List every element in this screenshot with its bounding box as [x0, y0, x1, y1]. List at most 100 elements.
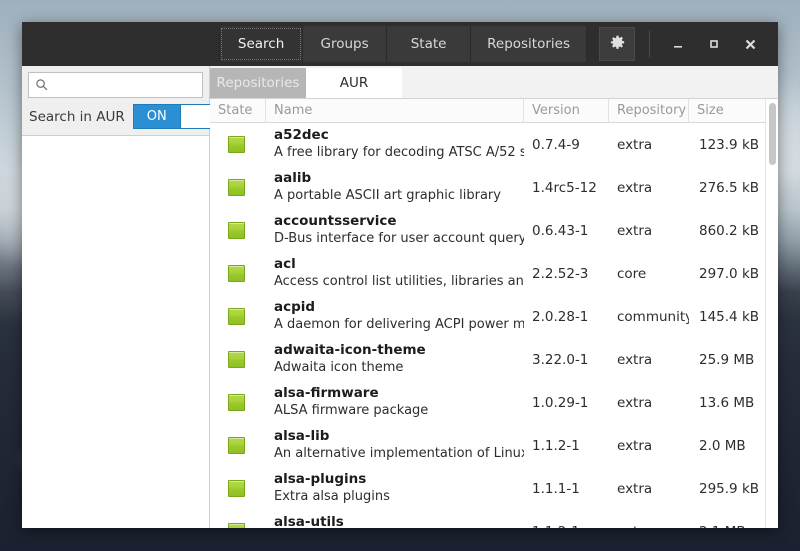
row-size-cell-text: 123.9 kB [699, 136, 760, 153]
table-header-row: State Name Version Repository Size [210, 99, 765, 123]
row-size-cell-text: 13.6 MB [699, 394, 755, 411]
table-row[interactable]: accountsservice D-Bus interface for user … [210, 209, 765, 252]
column-header-size[interactable]: Size [689, 99, 765, 122]
table-row[interactable]: aalib A portable ASCII art graphic librar… [210, 166, 765, 209]
row-version-cell: 1.1.2-1 [524, 424, 609, 467]
package-description: A daemon for delivering ACPI power manag… [274, 317, 524, 332]
subtab-repositories[interactable]: Repositories [210, 68, 306, 98]
row-version-cell: 2.0.28-1 [524, 295, 609, 338]
row-repository-cell: extra [609, 209, 689, 252]
row-size-cell: 860.2 kB [689, 209, 765, 252]
tab-repositories-label: Repositories [487, 36, 570, 52]
row-size-cell: 13.6 MB [689, 381, 765, 424]
table-row[interactable]: alsa-utilsAn alternative implementation … [210, 510, 765, 528]
package-installed-icon[interactable] [228, 265, 245, 282]
tab-repositories[interactable]: Repositories [471, 26, 587, 62]
package-installed-icon[interactable] [228, 523, 245, 528]
row-state-cell[interactable] [210, 381, 266, 424]
sidebar-empty-area [22, 135, 209, 528]
row-version-cell-text: 2.0.28-1 [532, 308, 589, 325]
subtab-aur-label: AUR [339, 75, 369, 91]
subtab-aur[interactable]: AUR [306, 68, 402, 98]
row-size-cell-text: 297.0 kB [699, 265, 760, 282]
settings-button[interactable] [599, 27, 635, 61]
package-description: Extra alsa plugins [274, 489, 390, 504]
row-state-cell[interactable] [210, 252, 266, 295]
row-version-cell-text: 0.7.4-9 [532, 136, 580, 153]
row-repository-cell: core [609, 252, 689, 295]
source-tab-strip: Repositories AUR [210, 66, 778, 98]
tab-groups[interactable]: Groups [303, 26, 388, 62]
column-header-name[interactable]: Name [266, 99, 524, 122]
tab-state[interactable]: State [387, 26, 472, 62]
row-repository-cell: extra [609, 510, 689, 529]
close-icon [744, 38, 757, 51]
row-name-cell: acl Access control list utilities, librar… [266, 252, 524, 295]
row-size-cell: 297.0 kB [689, 252, 765, 295]
package-installed-icon[interactable] [228, 222, 245, 239]
row-repository-cell: extra [609, 166, 689, 209]
row-size-cell: 2.0 MB [689, 424, 765, 467]
row-state-cell[interactable] [210, 467, 266, 510]
package-name: acl [274, 256, 296, 272]
close-button[interactable] [732, 27, 768, 61]
row-state-cell[interactable] [210, 424, 266, 467]
package-installed-icon[interactable] [228, 308, 245, 325]
column-header-repository[interactable]: Repository [609, 99, 689, 122]
table-row[interactable]: adwaita-icon-theme Adwaita icon theme 3.22… [210, 338, 765, 381]
package-installed-icon[interactable] [228, 480, 245, 497]
row-version-cell-text: 3.22.0-1 [532, 351, 589, 368]
row-size-cell: 276.5 kB [689, 166, 765, 209]
search-input[interactable] [53, 77, 196, 93]
row-version-cell-text: 1.1.2-1 [532, 524, 580, 529]
row-version-cell-text: 1.4rc5-12 [532, 179, 597, 196]
tab-state-label: State [410, 36, 447, 52]
search-box[interactable] [28, 72, 203, 98]
package-installed-icon[interactable] [228, 437, 245, 454]
row-name-cell: aalib A portable ASCII art graphic librar… [266, 166, 524, 209]
column-header-state[interactable]: State [210, 99, 266, 122]
row-version-cell: 0.6.43-1 [524, 209, 609, 252]
package-installed-icon[interactable] [228, 351, 245, 368]
minimize-button[interactable] [660, 27, 696, 61]
title-bar: Search Groups State Repositories [22, 22, 778, 66]
table-row[interactable]: alsa-plugins Extra alsa plugins 1.1.1-1 ext… [210, 467, 765, 510]
row-size-cell: 2.1 MB [689, 510, 765, 529]
table-row[interactable]: acl Access control list utilities, librar… [210, 252, 765, 295]
package-installed-icon[interactable] [228, 179, 245, 196]
table-row[interactable]: alsa-lib An alternative implementation of… [210, 424, 765, 467]
package-description: A free library for decoding ATSC A/52 st… [274, 145, 524, 160]
table-row[interactable]: acpid A daemon for delivering ACPI power … [210, 295, 765, 338]
table-row[interactable]: alsa-firmware ALSA firmware package 1.0.29… [210, 381, 765, 424]
table-row[interactable]: a52dec A free library for decoding ATSC A… [210, 123, 765, 166]
window-body: Search in AUR ON Repositories AUR State … [22, 66, 778, 528]
row-repository-cell-text: extra [617, 437, 653, 454]
row-repository-cell-text: extra [617, 480, 653, 497]
row-state-cell[interactable] [210, 510, 266, 528]
maximize-button[interactable] [696, 27, 732, 61]
package-name: accountsservice [274, 213, 397, 229]
row-version-cell: 0.7.4-9 [524, 123, 609, 166]
package-installed-icon[interactable] [228, 136, 245, 153]
row-state-cell[interactable] [210, 338, 266, 381]
search-in-aur-toggle-state: ON [146, 109, 167, 124]
scrollbar-thumb[interactable] [769, 103, 776, 165]
package-installed-icon[interactable] [228, 394, 245, 411]
row-repository-cell-text: extra [617, 524, 652, 529]
row-state-cell[interactable] [210, 295, 266, 338]
row-name-cell: acpid A daemon for delivering ACPI power … [266, 295, 524, 338]
row-repository-cell-text: core [617, 265, 647, 282]
row-state-cell[interactable] [210, 166, 266, 209]
row-version-cell-text: 0.6.43-1 [532, 222, 589, 239]
row-repository-cell-text: extra [617, 136, 653, 153]
window-controls [660, 27, 768, 61]
row-name-cell: alsa-utilsAn alternative implementation … [266, 510, 524, 528]
column-header-version[interactable]: Version [524, 99, 609, 122]
row-state-cell[interactable] [210, 209, 266, 252]
package-description: An alternative implementation of Linux s… [274, 446, 524, 461]
package-list-scrollbar[interactable] [765, 99, 778, 528]
package-table: State Name Version Repository Size a52de… [210, 99, 765, 528]
tab-search[interactable]: Search [219, 26, 304, 62]
gear-icon [610, 35, 625, 54]
row-state-cell[interactable] [210, 123, 266, 166]
